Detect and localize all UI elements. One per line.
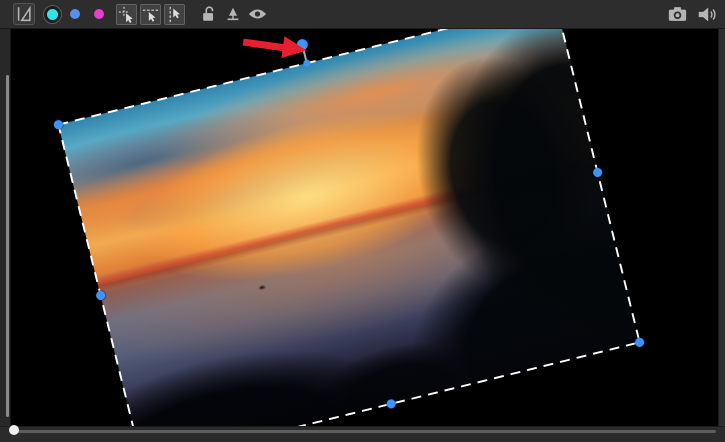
color-swatch-magenta[interactable] — [92, 9, 106, 19]
color-swatch-cyan[interactable] — [43, 4, 62, 24]
color-swatch-blue[interactable] — [68, 9, 82, 19]
arrow-head-icon — [281, 36, 309, 62]
toolbar — [0, 0, 725, 29]
camera-button[interactable] — [666, 3, 688, 25]
annotation-arrow — [242, 31, 309, 62]
pin-icon — [224, 5, 242, 23]
toolbar-right-group — [666, 3, 725, 25]
pin-button[interactable] — [222, 3, 244, 25]
blue-dot-icon — [70, 9, 80, 19]
audio-button[interactable] — [695, 3, 717, 25]
camera-icon — [668, 6, 687, 22]
magenta-dot-icon — [94, 9, 104, 19]
snap-point-icon — [118, 6, 135, 23]
snap-horizontal-icon — [142, 6, 159, 23]
scrollbar-grip-dot[interactable] — [9, 425, 19, 435]
arrow-body — [242, 38, 286, 52]
snap-vertical-button[interactable] — [164, 3, 185, 25]
transform-selection[interactable] — [52, 29, 646, 426]
cyan-dot-icon — [47, 8, 58, 20]
selection-marquee — [57, 29, 641, 426]
visibility-button[interactable] — [246, 3, 268, 25]
speaker-icon — [697, 6, 716, 23]
lock-button[interactable] — [198, 3, 220, 25]
horizontal-scrollbar-track[interactable] — [0, 425, 725, 442]
eye-icon — [248, 7, 267, 21]
handle-bottom-right[interactable] — [634, 336, 646, 348]
horizontal-scrollbar-thumb[interactable] — [14, 430, 716, 433]
flip-icon — [15, 5, 33, 23]
flip-tool-button[interactable] — [13, 3, 35, 25]
app-window — [0, 0, 725, 442]
snap-to-point-button[interactable] — [116, 3, 137, 25]
snap-vertical-icon — [166, 6, 183, 23]
left-scrollbar-track[interactable] — [0, 29, 11, 426]
vertical-scrollbar-thumb[interactable] — [6, 75, 9, 417]
snap-horizontal-button[interactable] — [140, 3, 161, 25]
right-scrollbar-track[interactable] — [718, 29, 725, 426]
lock-open-icon — [200, 5, 218, 23]
canvas-viewport[interactable] — [11, 29, 718, 426]
